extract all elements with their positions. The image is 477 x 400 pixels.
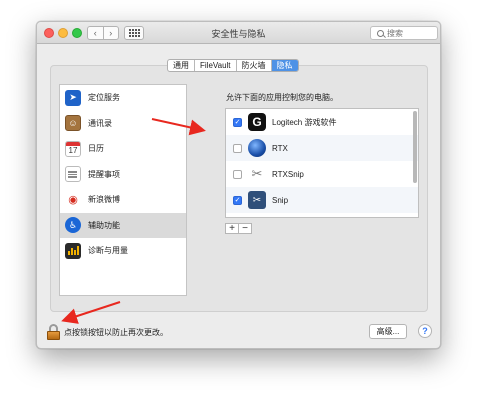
sidebar-item-label: 提醒事项 [88, 169, 120, 179]
app-checkbox[interactable] [233, 169, 242, 179]
lock-bar: 点按锁按钮以防止再次更改。 [47, 321, 247, 343]
calendar-icon: 17 [65, 140, 81, 157]
lock-hint-text: 点按锁按钮以防止再次更改。 [64, 327, 168, 337]
add-app-button[interactable]: + [226, 223, 238, 233]
logitech-g-icon: G [248, 113, 266, 131]
help-button[interactable]: ? [418, 324, 432, 338]
sidebar-item-label: 定位服务 [88, 93, 120, 103]
advanced-button[interactable]: 高级... [369, 324, 407, 339]
list-item-rtxsnip[interactable]: ✂ RTXSnip [226, 161, 418, 187]
list-item-snip[interactable]: ✓ ✂ Snip [226, 187, 418, 213]
location-arrow-icon: ➤ [65, 89, 81, 106]
app-name: RTX [272, 143, 288, 153]
sidebar-item-accessibility[interactable]: ♿ 辅助功能 [60, 212, 186, 238]
app-list-scrollbar[interactable] [413, 111, 417, 215]
tab-filevault[interactable]: FileVault [194, 60, 236, 71]
rtx-globe-icon [248, 139, 266, 157]
security-privacy-window: ‹ › 安全性与隐私 通用 FileVault 防火墙 隐私 ➤ 定位服务 ☺ … [36, 21, 441, 349]
add-remove-control: + − [225, 223, 252, 234]
list-item-rtx[interactable]: RTX [226, 135, 418, 161]
tab-bar: 通用 FileVault 防火墙 隐私 [167, 59, 299, 72]
calendar-date: 17 [68, 145, 78, 155]
sidebar-item-location-services[interactable]: ➤ 定位服务 [60, 85, 186, 111]
privacy-category-list: ➤ 定位服务 ☺ 通讯录 17 日历 提醒事项 ◉ 新浪微博 ♿ 辅助功能 诊断… [59, 84, 187, 296]
sidebar-item-contacts[interactable]: ☺ 通讯录 [60, 111, 186, 137]
app-checkbox[interactable]: ✓ [233, 195, 242, 205]
lock-icon[interactable] [47, 324, 60, 340]
scrollbar-thumb[interactable] [413, 111, 417, 183]
sidebar-item-diagnostics[interactable]: 诊断与用量 [60, 238, 186, 264]
app-name: RTXSnip [272, 169, 304, 179]
title-bar: ‹ › 安全性与隐私 [37, 22, 440, 44]
tab-privacy[interactable]: 隐私 [270, 60, 298, 71]
sidebar-item-label: 日历 [88, 144, 104, 154]
accessibility-pane: 允许下面的应用控制您的电脑。 ✓ G Logitech 游戏软件 RTX ✂ R… [215, 84, 419, 296]
search-field[interactable] [370, 26, 438, 40]
sidebar-item-calendar[interactable]: 17 日历 [60, 136, 186, 162]
sidebar-item-label: 通讯录 [88, 118, 112, 128]
accessibility-icon: ♿ [65, 217, 81, 234]
app-checkbox[interactable] [233, 143, 242, 153]
tab-firewall[interactable]: 防火墙 [235, 60, 271, 71]
sidebar-item-label: 新浪微博 [88, 195, 120, 205]
snip-icon: ✂ [248, 191, 266, 209]
app-name: Logitech 游戏软件 [272, 117, 337, 127]
sidebar-item-label: 辅助功能 [88, 220, 120, 230]
rtxsnip-icon: ✂ [248, 165, 266, 183]
remove-app-button[interactable]: − [238, 223, 251, 233]
search-input[interactable] [387, 28, 431, 38]
sidebar-item-reminders[interactable]: 提醒事项 [60, 162, 186, 188]
app-checkbox[interactable]: ✓ [233, 117, 242, 127]
search-icon [377, 29, 384, 37]
pane-description: 允许下面的应用控制您的电脑。 [226, 93, 338, 102]
tab-general[interactable]: 通用 [168, 60, 194, 71]
sidebar-item-label: 诊断与用量 [88, 246, 128, 256]
app-name: Snip [272, 195, 289, 205]
diagnostics-chart-icon [65, 242, 81, 259]
app-list: ✓ G Logitech 游戏软件 RTX ✂ RTXSnip ✓ ✂ Snip [225, 108, 419, 218]
sidebar-item-weibo[interactable]: ◉ 新浪微博 [60, 187, 186, 213]
list-item-logitech[interactable]: ✓ G Logitech 游戏软件 [226, 109, 418, 135]
weibo-icon: ◉ [65, 191, 81, 208]
contacts-book-icon: ☺ [65, 115, 81, 132]
reminders-list-icon [65, 166, 81, 183]
